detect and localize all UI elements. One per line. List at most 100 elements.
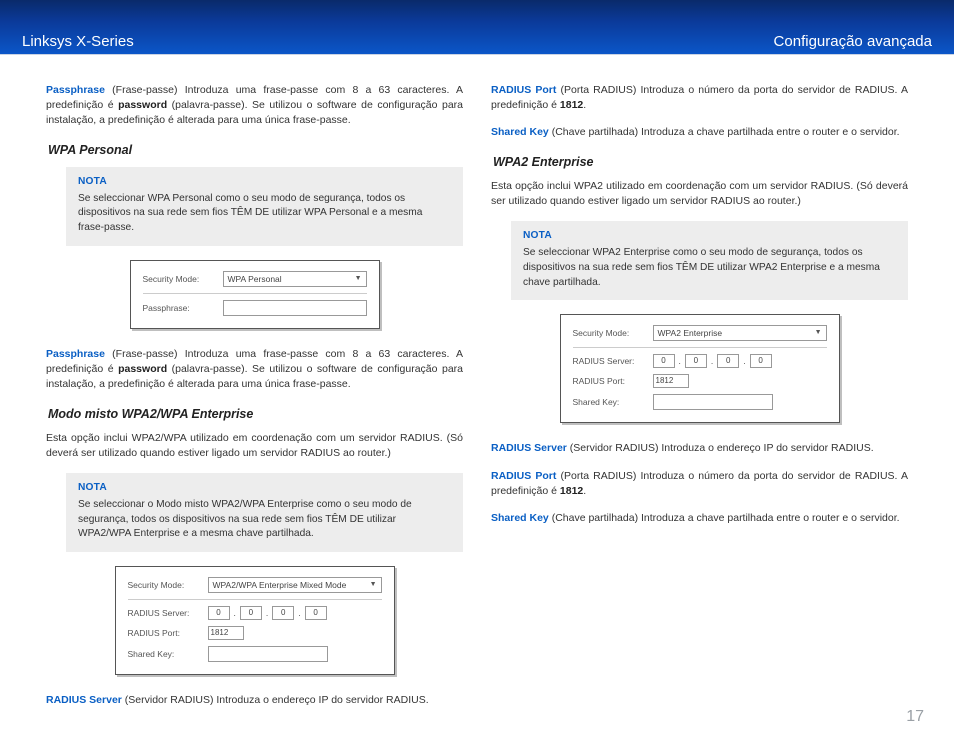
term-passphrase: Passphrase [46,348,105,360]
note-title: NOTA [78,481,451,496]
radius-server-para: RADIUS Server (Servidor RADIUS) Introduz… [491,441,908,456]
shared-key-para: Shared Key (Chave partilhada) Introduza … [491,511,908,526]
row-shared-key: Shared Key: [128,646,382,662]
label-radius-server: RADIUS Server: [573,355,653,367]
header-bar: Linksys X-Series Configuração avançada [0,0,954,54]
bold-password: password [118,99,167,111]
label-radius-server: RADIUS Server: [128,607,208,619]
dot: . [711,355,713,367]
row-shared-key: Shared Key: [573,394,827,410]
note-text: Se seleccionar WPA2 Enterprise como o se… [523,247,880,288]
label-radius-port: RADIUS Port: [128,627,208,639]
dot: . [298,607,300,619]
ip-octet-input[interactable]: 0 [653,354,675,368]
ip-octet-input[interactable]: 0 [717,354,739,368]
row-radius-port: RADIUS Port: 1812 [128,626,382,640]
screenshot-wpa-personal: Security Mode: WPA Personal ▼ Passphrase: [130,260,380,329]
text: (Servidor RADIUS) Introduza o endereço I… [122,694,429,706]
divider [573,347,827,348]
divider [128,599,382,600]
text: (Chave partilhada) Introduza a chave par… [549,126,900,138]
dot: . [679,355,681,367]
note-box: NOTA Se seleccionar WPA Personal como o … [66,167,463,246]
row-radius-server: RADIUS Server: 0. 0. 0. 0 [128,606,382,620]
row-security-mode: Security Mode: WPA Personal ▼ [143,271,367,287]
note-text: Se seleccionar WPA Personal como o seu m… [78,193,422,234]
note-box: NOTA Se seleccionar WPA2 Enterprise como… [511,221,908,300]
ip-input-group: 0. 0. 0. 0 [208,606,327,620]
heading-wpa2-enterprise: WPA2 Enterprise [493,153,908,171]
row-security-mode: Security Mode: WPA2/WPA Enterprise Mixed… [128,577,382,593]
row-radius-server: RADIUS Server: 0. 0. 0. 0 [573,354,827,368]
text: . [583,485,586,497]
radius-server-para: RADIUS Server (Servidor RADIUS) Introduz… [46,693,463,708]
bold-password: password [118,363,167,375]
note-title: NOTA [78,175,451,190]
row-security-mode: Security Mode: WPA2 Enterprise ▼ [573,325,827,341]
term-shared-key: Shared Key [491,126,549,138]
term-passphrase: Passphrase [46,84,105,96]
term-radius-server: RADIUS Server [46,694,122,706]
chevron-down-icon: ▼ [355,274,362,284]
ip-octet-input[interactable]: 0 [685,354,707,368]
screenshot-mixed-enterprise: Security Mode: WPA2/WPA Enterprise Mixed… [115,566,395,675]
columns: Passphrase (Frase-passe) Introduza uma f… [0,55,954,720]
bold-1812: 1812 [560,485,583,497]
dot: . [266,607,268,619]
passphrase-para-1: Passphrase (Frase-passe) Introduza uma f… [46,83,463,129]
dropdown-value: WPA2/WPA Enterprise Mixed Mode [213,579,347,591]
ip-octet-input[interactable]: 0 [750,354,772,368]
divider [143,293,367,294]
label-security-mode: Security Mode: [128,579,208,591]
row-radius-port: RADIUS Port: 1812 [573,374,827,388]
passphrase-para-2: Passphrase (Frase-passe) Introduza uma f… [46,347,463,393]
dot: . [743,355,745,367]
ip-octet-input[interactable]: 0 [272,606,294,620]
ip-input-group: 0. 0. 0. 0 [653,354,772,368]
port-input[interactable]: 1812 [653,374,689,388]
label-shared-key: Shared Key: [573,396,653,408]
port-input[interactable]: 1812 [208,626,244,640]
note-title: NOTA [523,229,896,244]
label-radius-port: RADIUS Port: [573,375,653,387]
text: (Servidor RADIUS) Introduza o endereço I… [567,442,874,454]
mixed-enterprise-intro: Esta opção inclui WPA2/WPA utilizado em … [46,431,463,461]
ip-octet-input[interactable]: 0 [240,606,262,620]
heading-wpa-personal: WPA Personal [48,141,463,159]
shared-key-para: Shared Key (Chave partilhada) Introduza … [491,125,908,140]
shared-key-input[interactable] [653,394,773,410]
dropdown-security-mode[interactable]: WPA Personal ▼ [223,271,367,287]
label-security-mode: Security Mode: [143,273,223,285]
note-text: Se seleccionar o Modo misto WPA2/WPA Ent… [78,499,412,540]
heading-wpa2-wpa-enterprise: Modo misto WPA2/WPA Enterprise [48,405,463,423]
header-left: Linksys X-Series [22,33,134,50]
radius-port-para: RADIUS Port (Porta RADIUS) Introduza o n… [491,83,908,113]
chevron-down-icon: ▼ [815,328,822,338]
dropdown-security-mode[interactable]: WPA2 Enterprise ▼ [653,325,827,341]
label-shared-key: Shared Key: [128,648,208,660]
right-column: RADIUS Port (Porta RADIUS) Introduza o n… [491,83,908,720]
wpa2-enterprise-intro: Esta opção inclui WPA2 utilizado em coor… [491,179,908,209]
screenshot-wpa2-enterprise: Security Mode: WPA2 Enterprise ▼ RADIUS S… [560,314,840,423]
dropdown-value: WPA Personal [228,273,282,285]
label-security-mode: Security Mode: [573,327,653,339]
shared-key-input[interactable] [208,646,328,662]
term-radius-port: RADIUS Port [491,470,556,482]
bold-1812: 1812 [560,99,583,111]
page: Linksys X-Series Configuração avançada P… [0,0,954,738]
header-right: Configuração avançada [774,33,932,50]
page-number: 17 [906,708,924,726]
ip-octet-input[interactable]: 0 [305,606,327,620]
text: . [583,99,586,111]
radius-port-para: RADIUS Port (Porta RADIUS) Introduza o n… [491,469,908,499]
dot: . [234,607,236,619]
dropdown-value: WPA2 Enterprise [658,327,723,339]
dropdown-security-mode[interactable]: WPA2/WPA Enterprise Mixed Mode ▼ [208,577,382,593]
ip-octet-input[interactable]: 0 [208,606,230,620]
row-passphrase: Passphrase: [143,300,367,316]
term-shared-key: Shared Key [491,512,549,524]
label-passphrase: Passphrase: [143,302,223,314]
note-box: NOTA Se seleccionar o Modo misto WPA2/WP… [66,473,463,552]
chevron-down-icon: ▼ [370,580,377,590]
passphrase-input[interactable] [223,300,367,316]
